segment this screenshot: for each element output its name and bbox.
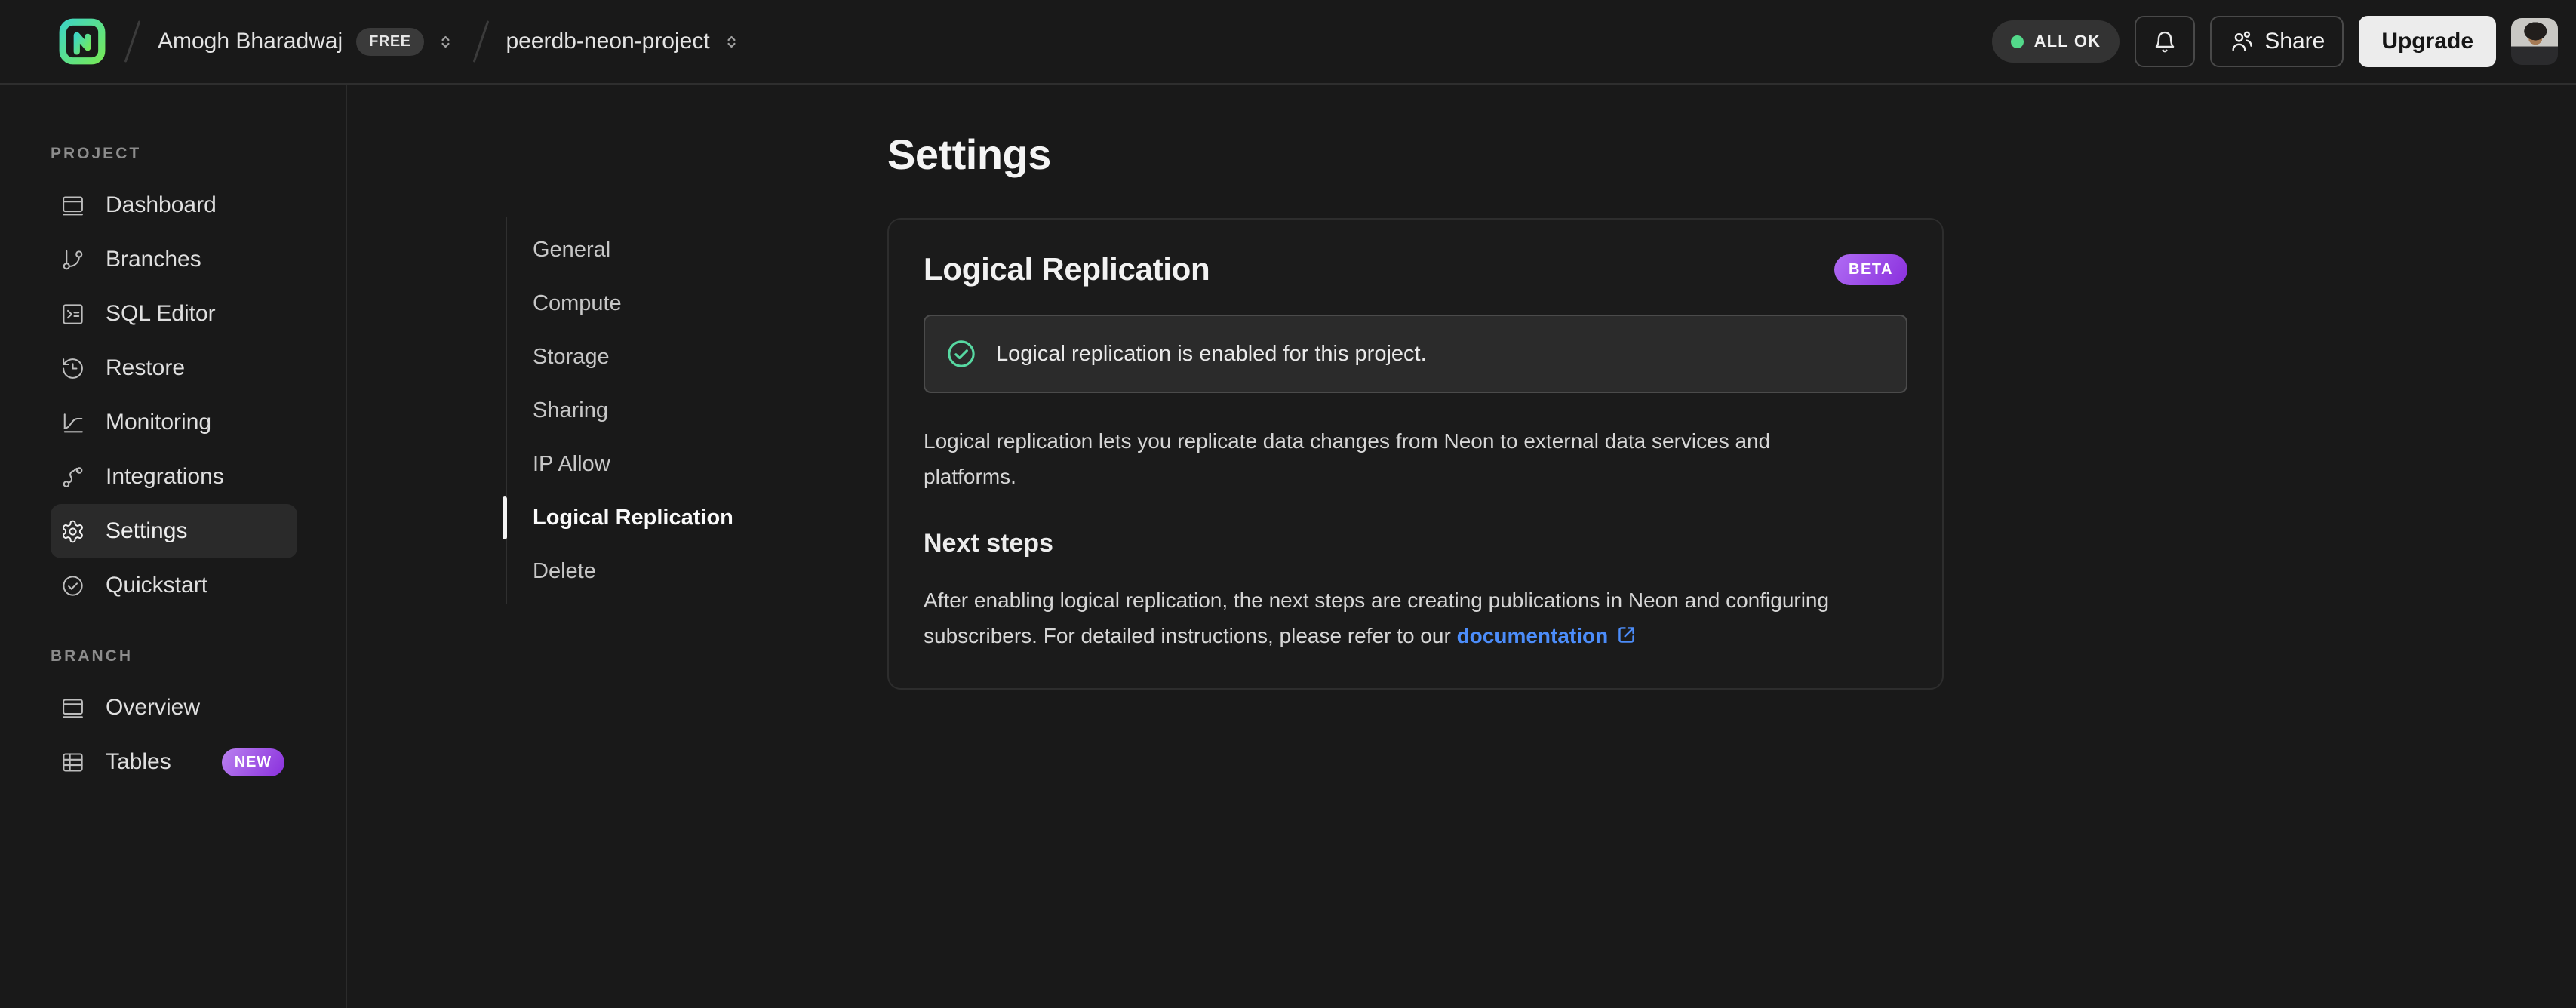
check-circle-icon <box>60 573 85 598</box>
sidebar-item-label: SQL Editor <box>106 301 216 326</box>
sidebar-item-monitoring[interactable]: Monitoring <box>51 395 297 450</box>
browser-window-icon <box>60 193 85 218</box>
settings-nav: General Compute Storage Sharing IP Allow… <box>503 217 770 604</box>
external-link-icon <box>1618 627 1635 643</box>
breadcrumb: Amogh Bharadwaj FREE peerdb-neon-project <box>57 17 742 66</box>
settings-nav-sharing[interactable]: Sharing <box>507 384 770 438</box>
settings-nav-ip-allow[interactable]: IP Allow <box>507 438 770 491</box>
settings-nav-delete[interactable]: Delete <box>507 545 770 598</box>
sidebar-item-integrations[interactable]: Integrations <box>51 450 297 504</box>
sidebar-item-settings[interactable]: Settings <box>51 504 297 558</box>
replication-description: Logical replication lets you replicate d… <box>924 429 1771 488</box>
page-title: Settings <box>887 131 1051 178</box>
status-label: ALL OK <box>2033 32 2101 51</box>
org-name: Amogh Bharadwaj <box>158 29 343 54</box>
sidebar-item-label: Restore <box>106 355 186 380</box>
neon-logo[interactable] <box>57 17 107 66</box>
sidebar-item-label: Tables <box>106 749 171 774</box>
documentation-link[interactable]: documentation <box>1457 624 1638 647</box>
replication-enabled-alert: Logical replication is enabled for this … <box>924 315 1907 393</box>
sidebar-item-restore[interactable]: Restore <box>51 341 297 395</box>
new-badge: NEW <box>221 748 284 776</box>
sidebar-item-label: Dashboard <box>106 192 217 217</box>
check-circle-icon <box>945 337 978 370</box>
share-label: Share <box>2264 29 2325 54</box>
sidebar-section-branch: BRANCH <box>51 647 133 665</box>
sidebar-item-sql-editor[interactable]: SQL Editor <box>51 287 297 341</box>
top-bar: Amogh Bharadwaj FREE peerdb-neon-project… <box>0 0 2576 85</box>
browser-window-icon <box>60 696 85 721</box>
neon-console: Amogh Bharadwaj FREE peerdb-neon-project… <box>0 0 2576 1008</box>
settings-nav-storage[interactable]: Storage <box>507 330 770 384</box>
gear-icon <box>60 519 85 544</box>
alert-message: Logical replication is enabled for this … <box>996 341 1427 366</box>
org-selector[interactable]: Amogh Bharadwaj FREE <box>158 27 456 56</box>
settings-nav-general[interactable]: General <box>507 223 770 277</box>
breadcrumb-divider <box>124 20 141 63</box>
sidebar-item-dashboard[interactable]: Dashboard <box>51 178 297 232</box>
history-clock-icon <box>60 356 85 381</box>
status-dot-icon <box>2010 35 2024 48</box>
sidebar-item-quickstart[interactable]: Quickstart <box>51 558 297 613</box>
next-steps-title: Next steps <box>924 529 1053 558</box>
header-actions: ALL OK Share Upgrade <box>1991 16 2558 67</box>
git-branch-icon <box>60 247 85 272</box>
sidebar-item-overview[interactable]: Overview <box>51 681 297 735</box>
sidebar-item-label: Settings <box>106 518 188 543</box>
notifications-button[interactable] <box>2135 16 2196 67</box>
sidebar-item-branches[interactable]: Branches <box>51 232 297 287</box>
share-button[interactable]: Share <box>2210 16 2344 67</box>
sidebar: PROJECT Dashboard Branches SQL Editor Re… <box>0 85 347 1008</box>
bell-icon <box>2155 31 2175 53</box>
logical-replication-card: Logical Replication BETA Logical replica… <box>887 218 1944 690</box>
settings-page: Settings Logical Replication BETA Logica… <box>770 85 2576 690</box>
settings-nav-compute[interactable]: Compute <box>507 277 770 330</box>
sidebar-item-label: Monitoring <box>106 410 212 435</box>
next-steps-text: After enabling logical replication, the … <box>924 589 1830 647</box>
sidebar-item-label: Branches <box>106 247 201 272</box>
project-name: peerdb-neon-project <box>506 29 710 54</box>
sidebar-item-label: Integrations <box>106 464 224 489</box>
plan-badge: FREE <box>356 27 424 56</box>
beta-badge: BETA <box>1834 254 1907 285</box>
settings-nav-logical-replication[interactable]: Logical Replication <box>503 491 770 545</box>
table-grid-icon <box>60 750 85 775</box>
sidebar-section-project: PROJECT <box>51 145 142 162</box>
neon-logo-icon <box>59 18 106 65</box>
upgrade-button[interactable]: Upgrade <box>2359 16 2496 67</box>
sidebar-item-label: Quickstart <box>106 573 208 598</box>
workflow-route-icon <box>60 465 85 490</box>
system-status-button[interactable]: ALL OK <box>1991 20 2120 63</box>
chevron-up-down-icon <box>441 35 450 48</box>
project-selector[interactable]: peerdb-neon-project <box>506 29 742 54</box>
terminal-square-icon <box>60 302 85 327</box>
chevron-up-down-icon <box>727 35 736 48</box>
sidebar-item-label: Overview <box>106 695 201 720</box>
sidebar-item-tables[interactable]: Tables NEW <box>51 735 297 789</box>
users-icon <box>2232 31 2252 51</box>
user-avatar[interactable] <box>2511 18 2558 65</box>
card-title: Logical Replication <box>924 251 1210 287</box>
breadcrumb-divider <box>472 20 489 63</box>
chart-curve-icon <box>60 410 85 435</box>
